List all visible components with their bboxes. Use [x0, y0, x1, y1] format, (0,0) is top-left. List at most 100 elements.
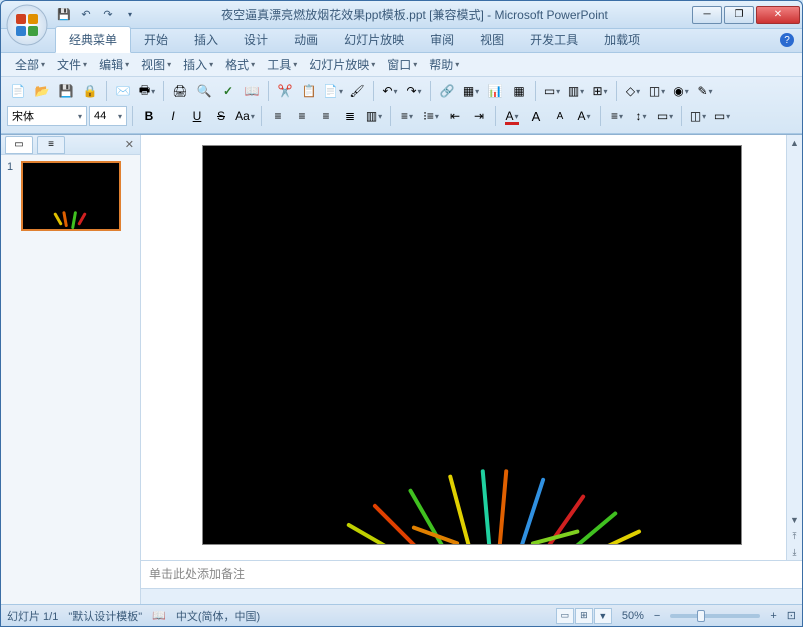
sorter-view-button[interactable]: ⊞ [575, 608, 593, 624]
language-status[interactable]: 中文(简体，中国) [176, 608, 260, 624]
undo-icon[interactable]: ↶ [77, 6, 95, 24]
vertical-scrollbar[interactable]: ▲ ▼ ⤒ ⤓ [786, 135, 802, 560]
slide-thumbnail-1[interactable] [21, 161, 121, 231]
tab-addins[interactable]: 加载项 [591, 27, 653, 52]
bold-button[interactable]: B [138, 105, 160, 127]
zoom-out-button[interactable]: − [654, 610, 660, 622]
office-button[interactable] [5, 3, 49, 47]
spellcheck-status-icon[interactable]: 📖 [152, 609, 166, 622]
fit-to-window-button[interactable]: ⊡ [787, 609, 796, 622]
print-preview-icon[interactable]: 🔍 [193, 80, 215, 102]
shapes-icon[interactable]: ◇▾ [622, 80, 644, 102]
paste-icon[interactable]: 📄▾ [322, 80, 344, 102]
tab-classic-menu[interactable]: 经典菜单 [55, 26, 131, 53]
hyperlink-icon[interactable]: 🔗 [436, 80, 458, 102]
font-color-button[interactable]: A▾ [501, 105, 523, 127]
menu-insert[interactable]: 插入▾ [177, 54, 219, 75]
strikethrough-button[interactable]: S [210, 105, 232, 127]
quickprint-icon[interactable]: 🖶▾ [136, 80, 158, 102]
decrease-indent-button[interactable]: ⇤ [444, 105, 466, 127]
redo-icon[interactable]: ↷▾ [403, 80, 425, 102]
minimize-button[interactable]: ─ [692, 6, 722, 24]
drawing-icon[interactable]: ✎▾ [694, 80, 716, 102]
grow-font-button[interactable]: A [525, 105, 547, 127]
zoom-slider-thumb[interactable] [697, 610, 705, 622]
zoom-slider[interactable] [670, 614, 760, 618]
outline-tab[interactable]: ≡ [37, 136, 65, 154]
panel-close-icon[interactable]: ✕ [125, 138, 134, 151]
format-painter-icon[interactable]: 🖌 [346, 80, 368, 102]
layout-icon[interactable]: ▥▾ [565, 80, 587, 102]
justify-button[interactable]: ≣ [339, 105, 361, 127]
menu-slideshow[interactable]: 幻灯片放映▾ [303, 54, 381, 75]
copy-icon[interactable]: 📋 [298, 80, 320, 102]
text-effects-button[interactable]: A▾ [573, 105, 595, 127]
horizontal-scrollbar[interactable] [141, 588, 802, 604]
open-icon[interactable]: 📂 [31, 80, 53, 102]
menu-window[interactable]: 窗口▾ [381, 54, 423, 75]
cut-icon[interactable]: ✂️ [274, 80, 296, 102]
undo-icon[interactable]: ↶▾ [379, 80, 401, 102]
numbering-button[interactable]: ≡▾ [396, 105, 418, 127]
redo-icon[interactable]: ↷ [99, 6, 117, 24]
chart-icon[interactable]: 📊 [484, 80, 506, 102]
tab-insert[interactable]: 插入 [181, 27, 231, 52]
text-direction-button[interactable]: ↕▾ [630, 105, 652, 127]
italic-button[interactable]: I [162, 105, 184, 127]
tab-animation[interactable]: 动画 [281, 27, 331, 52]
arrange-icon[interactable]: ◫▾ [646, 80, 668, 102]
print-icon[interactable]: 🖨 [169, 80, 191, 102]
tab-view[interactable]: 视图 [467, 27, 517, 52]
table-insert-icon[interactable]: ▦ [508, 80, 530, 102]
slideshow-view-button[interactable]: ▼ [594, 608, 612, 624]
align-right-button[interactable]: ≡ [315, 105, 337, 127]
menu-all[interactable]: 全部▾ [9, 54, 51, 75]
tab-slideshow[interactable]: 幻灯片放映 [331, 27, 417, 52]
new-slide-icon[interactable]: ▭▾ [541, 80, 563, 102]
align-left-button[interactable]: ≡ [267, 105, 289, 127]
columns-button[interactable]: ▥▾ [363, 105, 385, 127]
menu-file[interactable]: 文件▾ [51, 54, 93, 75]
save-icon[interactable]: 💾 [55, 80, 77, 102]
tab-home[interactable]: 开始 [131, 27, 181, 52]
change-case-button[interactable]: Aa▾ [234, 105, 256, 127]
menu-help[interactable]: 帮助▾ [423, 54, 465, 75]
close-button[interactable]: ✕ [756, 6, 800, 24]
email-icon[interactable]: ✉️ [112, 80, 134, 102]
shrink-font-button[interactable]: A [549, 105, 571, 127]
scroll-down-icon[interactable]: ▼ [787, 512, 802, 528]
font-size-combo[interactable]: 44▾ [89, 106, 127, 126]
tab-review[interactable]: 审阅 [417, 27, 467, 52]
notes-pane[interactable]: 单击此处添加备注 [141, 560, 802, 588]
slides-tab[interactable]: ▭ [5, 136, 33, 154]
scroll-track[interactable] [787, 151, 802, 512]
menu-edit[interactable]: 编辑▾ [93, 54, 135, 75]
line-spacing-button[interactable]: ≡▾ [606, 105, 628, 127]
save-icon[interactable]: 💾 [55, 6, 73, 24]
increase-indent-button[interactable]: ⇥ [468, 105, 490, 127]
font-name-combo[interactable]: 宋体▾ [7, 106, 87, 126]
research-icon[interactable]: 📖 [241, 80, 263, 102]
table-icon[interactable]: ▦▾ [460, 80, 482, 102]
permission-icon[interactable]: 🔒 [79, 80, 101, 102]
underline-button[interactable]: U [186, 105, 208, 127]
help-icon[interactable]: ? [780, 33, 794, 47]
slide-canvas[interactable] [202, 145, 742, 545]
tab-design[interactable]: 设计 [231, 27, 281, 52]
new-icon[interactable]: 📄 [7, 80, 29, 102]
background-button[interactable]: ▭▾ [654, 105, 676, 127]
bullets-button[interactable]: ⁝≡▾ [420, 105, 442, 127]
quick-styles-icon[interactable]: ◉▾ [670, 80, 692, 102]
tab-developer[interactable]: 开发工具 [517, 27, 591, 52]
text-box-icon[interactable]: ⊞▾ [589, 80, 611, 102]
new-slide-button[interactable]: ▭▾ [711, 105, 733, 127]
menu-view[interactable]: 视图▾ [135, 54, 177, 75]
zoom-in-button[interactable]: + [770, 610, 776, 622]
maximize-button[interactable]: ❐ [724, 6, 754, 24]
zoom-value[interactable]: 50% [622, 610, 644, 622]
align-center-button[interactable]: ≡ [291, 105, 313, 127]
prev-slide-icon[interactable]: ⤒ [787, 528, 802, 544]
qat-dropdown-icon[interactable]: ▾ [121, 6, 139, 24]
next-slide-icon[interactable]: ⤓ [787, 544, 802, 560]
menu-format[interactable]: 格式▾ [219, 54, 261, 75]
